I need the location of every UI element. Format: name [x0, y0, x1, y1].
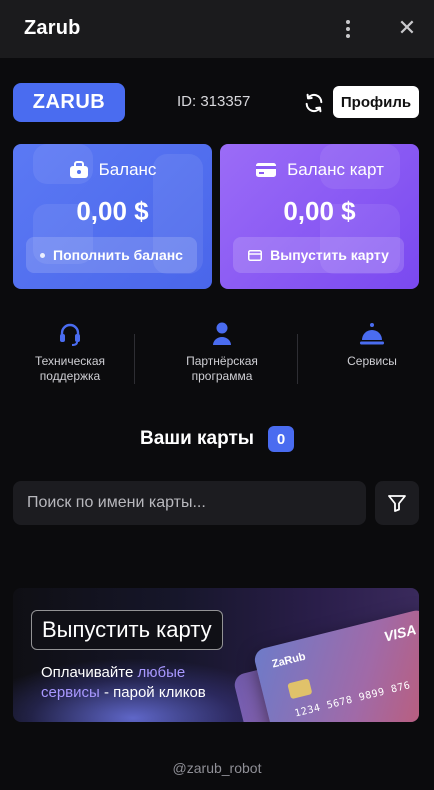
- cards-balance-amount: 0,00 $: [283, 196, 356, 226]
- credit-card-icon: [256, 163, 277, 177]
- balance-card: Баланс 0,00 $ Пополнить баланс: [13, 144, 212, 289]
- window-title: Zarub: [24, 17, 81, 39]
- filter-button[interactable]: [375, 481, 419, 525]
- balance-amount: 0,00 $: [76, 196, 149, 226]
- balance-title: Баланс: [98, 160, 157, 179]
- issue-card-label: Выпустить карту: [270, 247, 389, 263]
- user-icon: [213, 322, 231, 345]
- banner-text-line2: сервисы - парой кликов: [41, 684, 206, 701]
- card-search-input[interactable]: [13, 481, 366, 525]
- partner-program-label: Партнёрская программа: [186, 354, 258, 383]
- card-brand: ZaRub: [270, 650, 307, 671]
- logo-button[interactable]: ZARUB: [13, 83, 125, 122]
- dot-icon: [40, 252, 46, 258]
- card-icon: [248, 249, 263, 261]
- cards-balance-title: Баланс карт: [287, 160, 384, 179]
- app-window: Zarub ✕ ZARUB ID: 313357 Профиль Баланс …: [0, 0, 434, 790]
- balance-header: Баланс: [13, 160, 212, 180]
- cards-section-header: Ваши карты 0: [0, 426, 434, 452]
- profile-button[interactable]: Профиль: [333, 86, 419, 118]
- issue-card-button[interactable]: Выпустить карту: [233, 237, 404, 273]
- cards-balance-header: Баланс карт: [220, 160, 419, 180]
- card-chip: [287, 678, 313, 700]
- user-id: ID: 313357: [177, 93, 251, 110]
- divider: [134, 334, 135, 384]
- cards-section-title: Ваши карты: [139, 428, 255, 449]
- support-link[interactable]: Техническая поддержка: [10, 322, 130, 394]
- card-number: 1234 5678 9899 876: [293, 680, 412, 720]
- headset-icon: [60, 323, 80, 346]
- support-label: Техническая поддержка: [34, 354, 105, 383]
- issue-card-banner[interactable]: ZaRub VISA 1234 5678 9899 876 Выпустить …: [13, 588, 419, 722]
- top-up-label: Пополнить баланс: [53, 247, 183, 263]
- bag-icon: [69, 161, 88, 178]
- bot-handle[interactable]: @zarub_robot: [0, 760, 434, 776]
- services-label: Сервисы: [347, 354, 397, 368]
- close-icon[interactable]: ✕: [396, 16, 418, 42]
- refresh-icon[interactable]: [303, 92, 325, 114]
- divider: [297, 334, 298, 384]
- services-link[interactable]: Сервисы: [322, 322, 422, 394]
- service-bell-icon: [360, 323, 384, 345]
- cards-balance-card: Баланс карт 0,00 $ Выпустить карту: [220, 144, 419, 289]
- filter-icon: [388, 495, 406, 512]
- top-up-button[interactable]: Пополнить баланс: [26, 237, 197, 273]
- title-bar: Zarub ✕: [0, 0, 434, 58]
- partner-program-link[interactable]: Партнёрская программа: [157, 322, 287, 394]
- visa-logo: VISA: [382, 621, 418, 645]
- cards-count-badge: 0: [268, 426, 295, 452]
- banner-text-line1: Оплачивайте любые: [41, 664, 186, 681]
- banner-cta: Выпустить карту: [31, 610, 223, 650]
- more-menu-icon[interactable]: [336, 15, 360, 43]
- card-illustration: ZaRub VISA 1234 5678 9899 876: [252, 608, 419, 722]
